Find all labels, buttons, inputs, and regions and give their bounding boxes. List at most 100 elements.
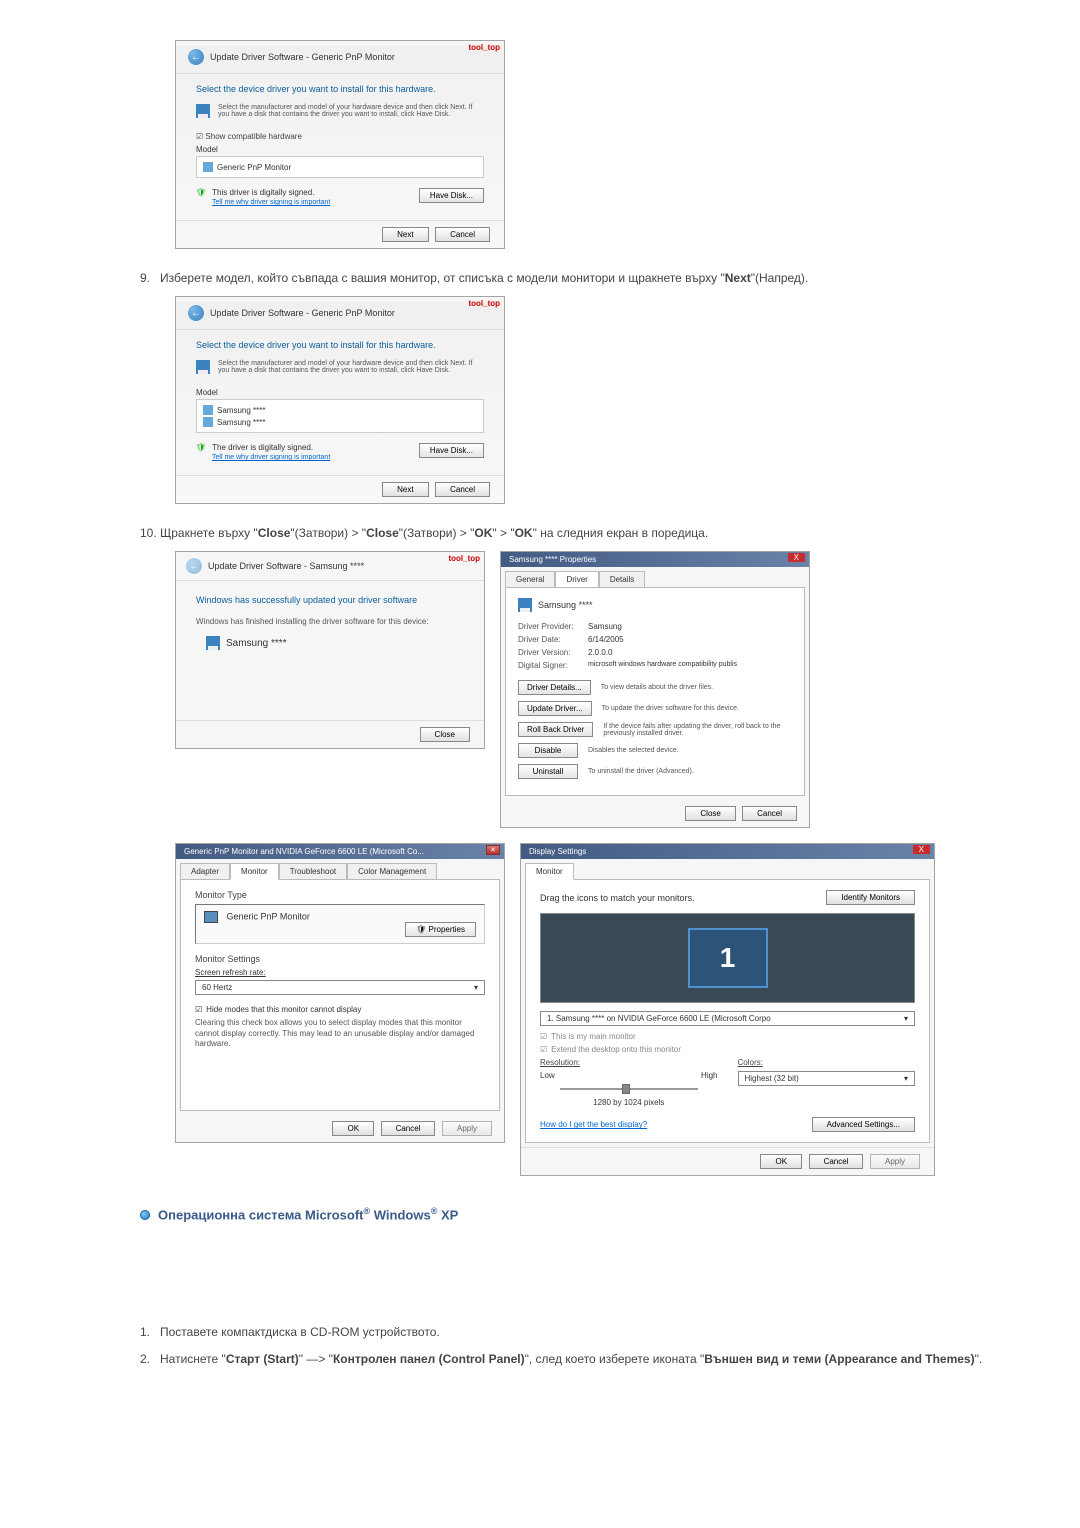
- main-monitor-checkbox[interactable]: ☑This is my main monitor: [540, 1032, 915, 1041]
- window-control[interactable]: tool_top: [468, 299, 500, 308]
- advanced-settings-button[interactable]: Advanced Settings...: [812, 1117, 915, 1132]
- colors-dropdown[interactable]: Highest (32 bit) ▾: [738, 1071, 916, 1086]
- monitor-name: Generic PnP Monitor: [227, 912, 310, 922]
- tab-details[interactable]: Details: [599, 571, 645, 587]
- model-item: Samsung ****: [203, 416, 477, 428]
- model-item: Samsung ****: [203, 404, 477, 416]
- slider-thumb[interactable]: [622, 1084, 630, 1094]
- back-arrow-icon[interactable]: ←: [188, 49, 204, 65]
- back-arrow-icon[interactable]: ←: [188, 305, 204, 321]
- display-dropdown[interactable]: 1. Samsung **** on NVIDIA GeForce 6600 L…: [540, 1011, 915, 1026]
- resolution-slider[interactable]: [560, 1088, 698, 1090]
- document-content: tool_top ← Update Driver Software - Gene…: [80, 40, 1000, 1369]
- update-driver-button[interactable]: Update Driver...: [518, 701, 592, 716]
- close-icon[interactable]: X: [788, 553, 805, 562]
- monitor-icon: [206, 636, 220, 650]
- chevron-down-icon: ▾: [474, 983, 478, 992]
- close-button[interactable]: Close: [685, 806, 735, 821]
- samsung-properties-dialog: Samsung **** Properties X General Driver…: [500, 551, 810, 828]
- tab-color-management[interactable]: Color Management: [347, 863, 437, 879]
- compat-checkbox[interactable]: ☑ Show compatible hardware: [196, 132, 484, 141]
- step-10-text: 10.Щракнете върху "Close"(Затвори) > "Cl…: [140, 524, 1000, 543]
- ok-button[interactable]: OK: [760, 1154, 802, 1169]
- cancel-button[interactable]: Cancel: [435, 227, 490, 242]
- refresh-rate-dropdown[interactable]: 60 Hertz ▾: [195, 980, 485, 995]
- shield-icon: 🛡: [196, 188, 206, 197]
- breadcrumb: Update Driver Software - Generic PnP Mon…: [210, 52, 395, 62]
- tab-adapter[interactable]: Adapter: [180, 863, 230, 879]
- disable-button[interactable]: Disable: [518, 743, 578, 758]
- success-dialog: tool_top ← Update Driver Software - Sams…: [175, 551, 485, 749]
- cancel-button[interactable]: Cancel: [435, 482, 490, 497]
- extend-desktop-checkbox[interactable]: ☑Extend the desktop onto this monitor: [540, 1045, 915, 1054]
- driver-details-button[interactable]: Driver Details...: [518, 680, 591, 695]
- os-heading: Операционна система Microsoft® Windows® …: [140, 1206, 1000, 1222]
- dialog-info-text: Select the manufacturer and model of you…: [218, 104, 484, 118]
- dialog-title: Samsung **** Properties X: [501, 552, 809, 567]
- shield-icon: 🛡: [196, 443, 206, 452]
- monitor-icon: [203, 417, 213, 427]
- cancel-button[interactable]: Cancel: [742, 806, 797, 821]
- model-list[interactable]: Generic PnP Monitor: [196, 156, 484, 178]
- close-icon[interactable]: ✕: [486, 845, 500, 855]
- have-disk-button[interactable]: Have Disk...: [419, 188, 484, 203]
- drag-instruction: Drag the icons to match your monitors.: [540, 893, 695, 903]
- resolution-value: 1280 by 1024 pixels: [540, 1098, 718, 1107]
- model-label: Model: [196, 388, 484, 397]
- tab-driver[interactable]: Driver: [555, 571, 598, 587]
- bullet-icon: [140, 1210, 150, 1220]
- properties-button[interactable]: 🛡 Properties: [405, 922, 476, 937]
- step-9-text: 9.Изберете модел, който съвпада с вашия …: [140, 269, 1000, 288]
- model-item: Generic PnP Monitor: [203, 161, 477, 173]
- apply-button[interactable]: Apply: [870, 1154, 920, 1169]
- identify-monitors-button[interactable]: Identify Monitors: [826, 890, 915, 905]
- uninstall-button[interactable]: Uninstall: [518, 764, 578, 779]
- ok-button[interactable]: OK: [332, 1121, 374, 1136]
- close-icon[interactable]: X: [913, 845, 930, 854]
- colors-label: Colors:: [738, 1058, 916, 1067]
- driver-select-dialog-2: tool_top ← Update Driver Software - Gene…: [175, 296, 505, 504]
- dialog-title: Display Settings X: [521, 844, 934, 859]
- next-button[interactable]: Next: [382, 227, 428, 242]
- dialog-prompt: Select the device driver you want to ins…: [196, 84, 484, 94]
- signed-text: The driver is digitally signed.: [212, 443, 313, 452]
- hide-help-text: Clearing this check box allows you to se…: [195, 1018, 485, 1049]
- breadcrumb: Update Driver Software - Samsung ****: [208, 561, 364, 571]
- step-xp-2: 2.Натиснете "Старт (Start)" —> "Контроле…: [140, 1350, 1000, 1369]
- hide-modes-checkbox[interactable]: ☑Hide modes that this monitor cannot dis…: [195, 1005, 485, 1014]
- tab-monitor[interactable]: Monitor: [230, 863, 279, 880]
- step-xp-1: 1.Поставете компактдиска в CD-ROM устрой…: [140, 1323, 1000, 1342]
- window-control[interactable]: tool_top: [448, 554, 480, 563]
- best-display-link[interactable]: How do I get the best display?: [540, 1120, 647, 1129]
- tab-troubleshoot[interactable]: Troubleshoot: [279, 863, 347, 879]
- monitor-icon: [204, 911, 218, 923]
- success-text: Windows has finished installing the driv…: [196, 617, 464, 626]
- model-label: Model: [196, 145, 484, 154]
- monitor-settings-label: Monitor Settings: [195, 954, 485, 964]
- monitor-preview[interactable]: 1: [540, 913, 915, 1003]
- window-control[interactable]: tool_top: [468, 43, 500, 52]
- next-button[interactable]: Next: [382, 482, 428, 497]
- back-arrow-icon: ←: [186, 558, 202, 574]
- model-list[interactable]: Samsung **** Samsung ****: [196, 399, 484, 433]
- have-disk-button[interactable]: Have Disk...: [419, 443, 484, 458]
- apply-button[interactable]: Apply: [442, 1121, 492, 1136]
- monitor-name: Samsung ****: [538, 600, 593, 610]
- drive-icon: [196, 360, 210, 374]
- driver-select-dialog: tool_top ← Update Driver Software - Gene…: [175, 40, 505, 249]
- refresh-label: Screen refresh rate:: [195, 968, 485, 977]
- monitor-name: Samsung ****: [226, 638, 287, 649]
- drive-icon: [196, 104, 210, 118]
- signed-text: This driver is digitally signed.: [212, 188, 314, 197]
- rollback-driver-button[interactable]: Roll Back Driver: [518, 722, 593, 737]
- close-button[interactable]: Close: [420, 727, 470, 742]
- tab-general[interactable]: General: [505, 571, 555, 587]
- breadcrumb: Update Driver Software - Generic PnP Mon…: [210, 308, 395, 318]
- monitor-properties-dialog: Generic PnP Monitor and NVIDIA GeForce 6…: [175, 843, 505, 1142]
- cancel-button[interactable]: Cancel: [809, 1154, 864, 1169]
- tab-monitor[interactable]: Monitor: [525, 863, 574, 880]
- monitor-1-icon[interactable]: 1: [688, 928, 768, 988]
- cancel-button[interactable]: Cancel: [381, 1121, 436, 1136]
- dialog-info-text: Select the manufacturer and model of you…: [218, 360, 484, 374]
- monitor-icon: [518, 598, 532, 612]
